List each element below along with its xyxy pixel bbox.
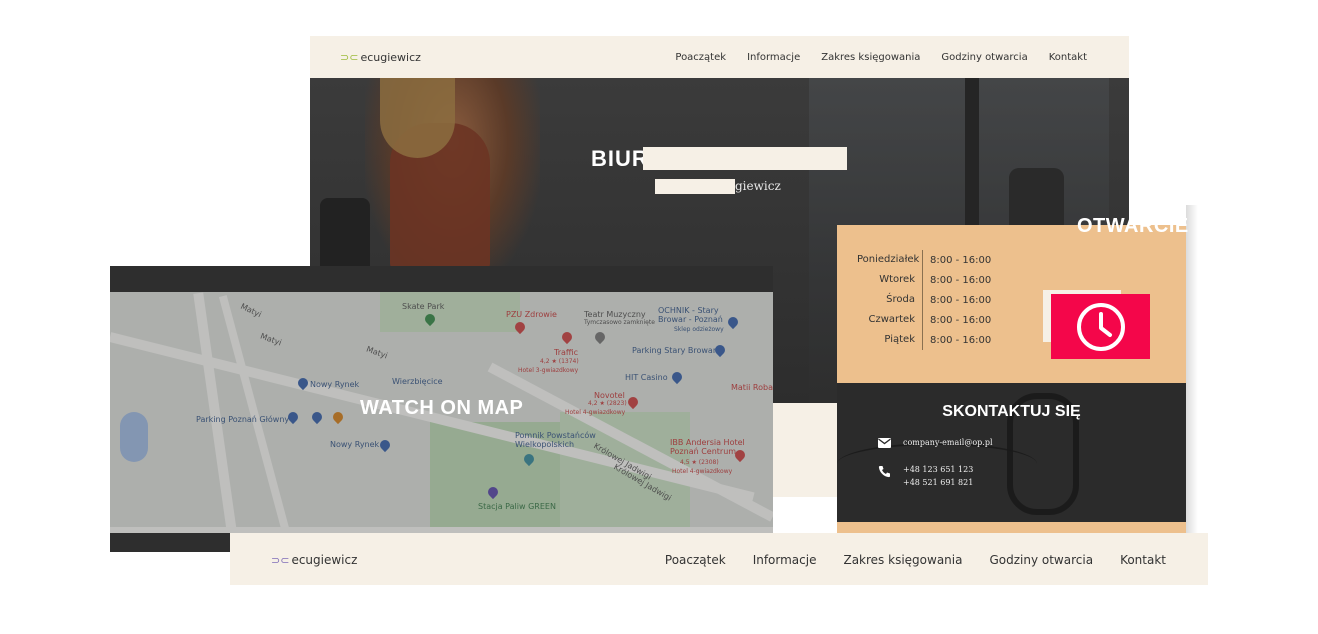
contact-email-row: company-email@op.pl [877, 438, 993, 448]
contact-card: SKONTAKTUJ SIĘ company-email@op.pl +48 1… [837, 383, 1186, 522]
card-shadow [1186, 205, 1198, 535]
hero-subtitle: giewicz [735, 179, 781, 193]
bottom-nav: Poaczątek Informacje Zakres księgowania … [665, 553, 1166, 567]
nav-item-contact[interactable]: Kontakt [1120, 553, 1166, 567]
hours-time: 8:00 - 16:00 [930, 334, 992, 346]
hero-title: BIUR [591, 146, 649, 171]
hours-table: Poniedziałek 8:00 - 16:00 Wtorek 8:00 - 16… [857, 250, 991, 350]
hours-row: Piątek 8:00 - 16:00 [857, 330, 991, 350]
contact-phone-2[interactable]: +48 521 691 821 [903, 478, 973, 487]
logo-text: ecugiewicz [291, 553, 358, 567]
envelope-icon [877, 438, 891, 448]
contact-phone-row: +48 123 651 123 +48 521 691 821 [877, 465, 973, 487]
nav-item-start[interactable]: Poaczątek [675, 52, 726, 63]
map-bottom-bar [110, 533, 230, 552]
nav-item-scope[interactable]: Zakres księgowania [821, 52, 920, 63]
nav-item-hours[interactable]: Godziny otwarcia [989, 553, 1093, 567]
hours-time: 8:00 - 16:00 [930, 314, 992, 326]
top-nav: Poaczątek Informacje Zakres księgowania … [675, 52, 1087, 63]
contact-phone-1[interactable]: +48 123 651 123 [903, 465, 973, 474]
hours-day: Środa [857, 290, 923, 310]
hours-time: 8:00 - 16:00 [930, 254, 992, 266]
hero-subtitle-mask [655, 179, 735, 194]
top-header: ⊃⊂ ecugiewicz Poaczątek Informacje Zakre… [310, 36, 1129, 78]
nav-item-contact[interactable]: Kontakt [1049, 52, 1087, 63]
hours-row: Wtorek 8:00 - 16:00 [857, 270, 991, 290]
hours-time: 8:00 - 16:00 [930, 274, 992, 286]
hours-row: Poniedziałek 8:00 - 16:00 [857, 250, 991, 270]
hero-person-hair [380, 78, 455, 158]
logo[interactable]: ⊃⊂ ecugiewicz [271, 553, 357, 567]
logo[interactable]: ⊃⊂ ecugiewicz [340, 51, 421, 64]
contact-phones: +48 123 651 123 +48 521 691 821 [903, 465, 973, 487]
map-top-bar [110, 266, 773, 292]
hours-day: Wtorek [857, 270, 923, 290]
nav-item-start[interactable]: Poaczątek [665, 553, 726, 567]
clock-icon [1076, 302, 1125, 351]
logo-mark-icon: ⊃⊂ [340, 51, 359, 64]
watch-on-map-button[interactable]: WATCH ON MAP [360, 397, 523, 420]
nav-item-scope[interactable]: Zakres księgowania [843, 553, 962, 567]
hours-title: OTWARCIE [1077, 215, 1189, 237]
hours-row: Środa 8:00 - 16:00 [857, 290, 991, 310]
hours-day: Czwartek [857, 310, 923, 330]
logo-mark-icon: ⊃⊂ [271, 553, 290, 567]
hours-day: Piątek [857, 330, 923, 350]
nav-item-info[interactable]: Informacje [753, 553, 817, 567]
clock-tile [1051, 294, 1150, 359]
hours-row: Czwartek 8:00 - 16:00 [857, 310, 991, 330]
nav-item-info[interactable]: Informacje [747, 52, 800, 63]
hours-time: 8:00 - 16:00 [930, 294, 992, 306]
phone-icon [877, 465, 891, 487]
contact-title: SKONTAKTUJ SIĘ [942, 403, 1081, 420]
bottom-header: ⊃⊂ ecugiewicz Poaczątek Informacje Zakre… [230, 533, 1208, 585]
hero-title-mask [643, 147, 847, 170]
hours-day: Poniedziałek [857, 250, 923, 270]
nav-item-hours[interactable]: Godziny otwarcia [941, 52, 1027, 63]
logo-text: ecugiewicz [360, 51, 421, 64]
contact-email[interactable]: company-email@op.pl [903, 438, 993, 448]
